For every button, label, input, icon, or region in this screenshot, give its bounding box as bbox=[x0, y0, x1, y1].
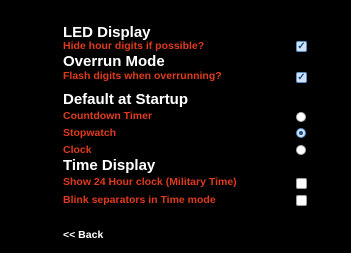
label-flash-digits: Flash digits when overrunning? bbox=[63, 70, 222, 82]
settings-panel: LED Display Hide hour digits if possible… bbox=[0, 0, 351, 253]
checkbox-flash-digits[interactable]: ✓ bbox=[296, 72, 307, 83]
heading-default-at-startup: Default at Startup bbox=[63, 91, 189, 108]
checkmark-icon: ✓ bbox=[297, 41, 306, 52]
checkbox-hide-hour-digits[interactable]: ✓ bbox=[296, 41, 307, 52]
back-link[interactable]: << Back bbox=[63, 229, 103, 241]
heading-time-display: Time Display bbox=[63, 157, 156, 174]
heading-led-display: LED Display bbox=[63, 24, 151, 41]
radio-clock[interactable] bbox=[296, 145, 306, 155]
radio-stopwatch[interactable] bbox=[296, 128, 306, 138]
radio-selected-dot-icon bbox=[299, 131, 303, 135]
label-clock: Clock bbox=[63, 144, 92, 156]
label-blink-separators: Blink separators in Time mode bbox=[63, 194, 216, 206]
heading-overrun-mode: Overrun Mode bbox=[63, 53, 165, 70]
label-show-24-hour: Show 24 Hour clock (Military Time) bbox=[63, 176, 237, 188]
radio-countdown-timer[interactable] bbox=[296, 112, 306, 122]
label-stopwatch: Stopwatch bbox=[63, 127, 117, 139]
label-hide-hour-digits: Hide hour digits if possible? bbox=[63, 40, 205, 52]
label-countdown-timer: Countdown Timer bbox=[63, 110, 153, 122]
checkbox-show-24-hour[interactable] bbox=[296, 178, 307, 189]
checkmark-icon: ✓ bbox=[297, 72, 306, 83]
checkbox-blink-separators[interactable] bbox=[296, 195, 307, 206]
